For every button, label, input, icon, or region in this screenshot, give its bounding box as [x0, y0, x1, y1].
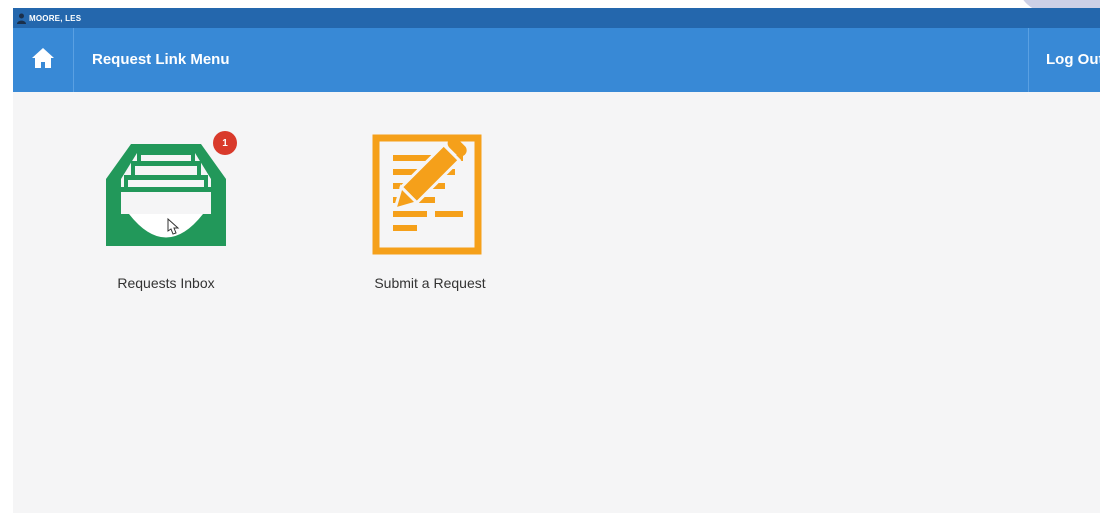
user-bar: MOORE, LES	[13, 8, 1100, 28]
user-name: MOORE, LES	[29, 13, 82, 23]
requests-inbox-label: Requests Inbox	[117, 275, 215, 291]
submit-request-label: Submit a Request	[374, 275, 486, 291]
page-title: Request Link Menu	[92, 51, 230, 68]
logout-button[interactable]: Log Out	[1028, 28, 1100, 92]
top-navbar: Request Link Menu Log Out	[13, 28, 1100, 92]
app-window: MOORE, LES Request Link Menu Log Out 1 R…	[13, 8, 1100, 513]
document-pencil-icon	[355, 121, 505, 261]
person-icon	[15, 11, 27, 25]
screen: MOORE, LES Request Link Menu Log Out 1 R…	[0, 0, 1100, 513]
home-icon	[31, 47, 55, 74]
inbox-badge: 1	[213, 131, 237, 155]
submit-request-tile[interactable]: Submit a Request	[355, 121, 505, 301]
requests-inbox-tile[interactable]: 1 Requests Inbox	[91, 121, 241, 301]
home-button[interactable]	[13, 28, 74, 92]
